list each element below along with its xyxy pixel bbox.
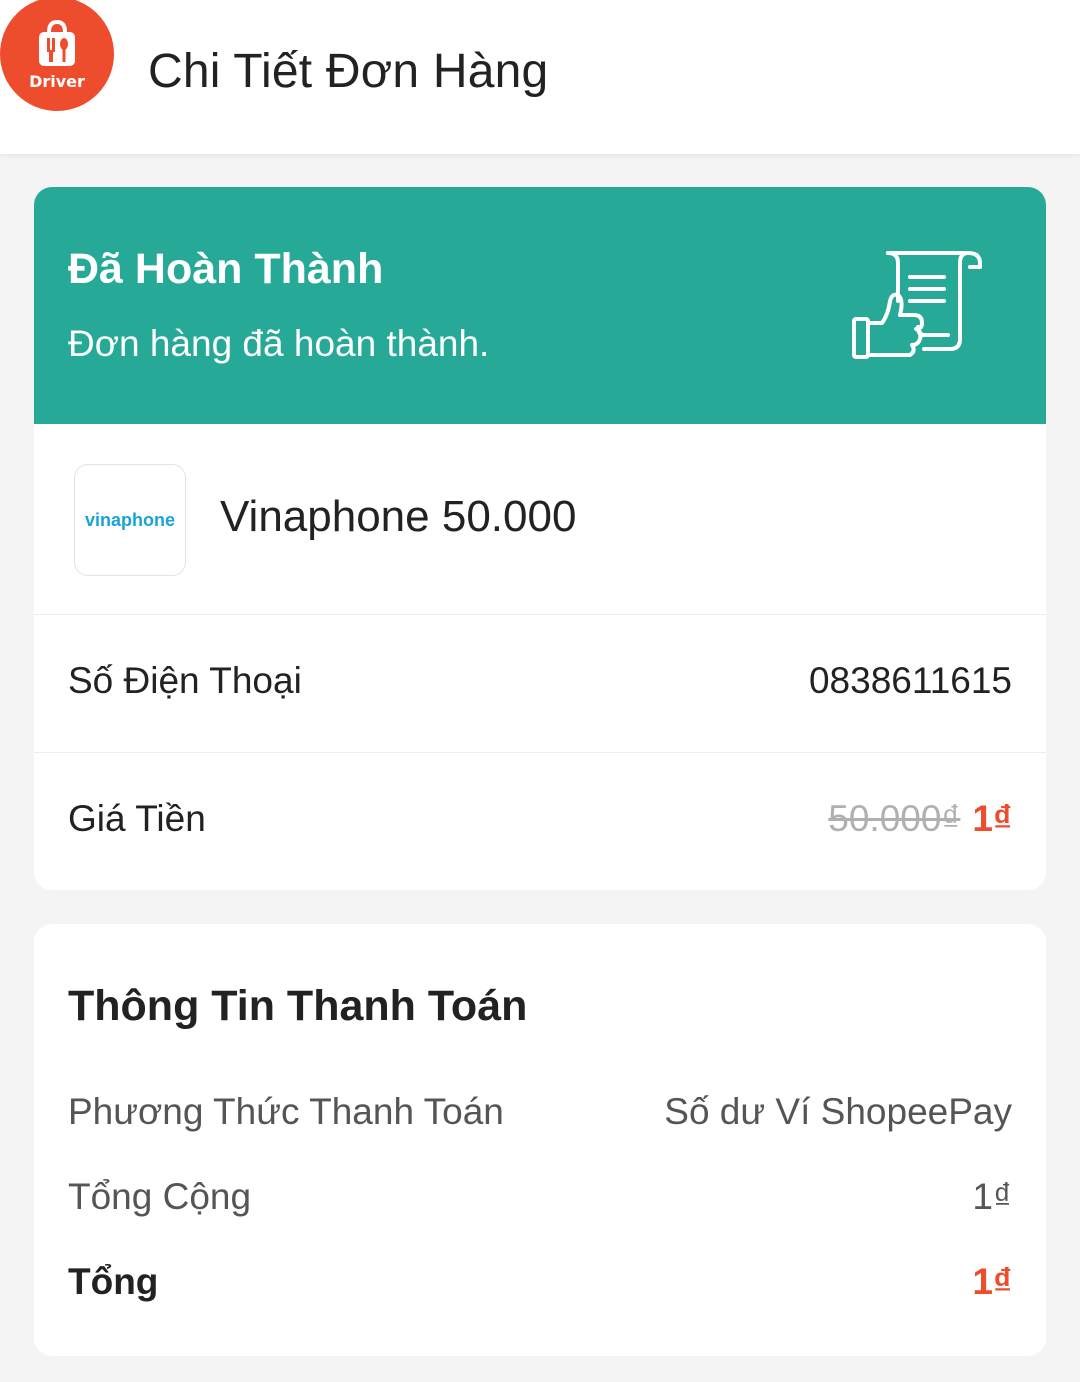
product-row[interactable]: vinaphone Vinaphone 50.000 — [34, 424, 1046, 615]
payment-section-title: Thông Tin Thanh Toán — [68, 982, 528, 1030]
original-price: 50.000₫ — [828, 798, 961, 839]
receipt-thumbs-up-icon — [852, 251, 982, 359]
payment-method-row: Phương Thức Thanh Toán Số dư Ví ShopeePa… — [34, 1087, 1046, 1147]
price-row: Giá Tiền 50.000₫ 1₫ — [34, 753, 1046, 890]
phone-number-value: 0838611615 — [808, 660, 1012, 701]
status-subtitle: Đơn hàng đã hoàn thành. — [68, 323, 490, 364]
status-banner: Đã Hoàn Thành Đơn hàng đã hoàn thành. — [34, 187, 1046, 424]
payment-method-label: Phương Thức Thanh Toán — [68, 1091, 504, 1132]
total-row: Tổng 1₫ — [34, 1257, 1046, 1317]
final-price: 1₫ — [972, 798, 1012, 839]
total-value: 1₫ — [972, 1261, 1012, 1302]
page-title: Chi Tiết Đơn Hàng — [148, 45, 549, 98]
shopee-food-driver-app-icon[interactable]: Driver — [0, 0, 114, 111]
status-title: Đã Hoàn Thành — [68, 245, 384, 293]
payment-info-card: Thông Tin Thanh Toán Phương Thức Thanh T… — [34, 924, 1046, 1356]
subtotal-label: Tổng Cộng — [68, 1176, 252, 1217]
product-name: Vinaphone 50.000 — [220, 492, 577, 541]
subtotal-value: 1₫ — [972, 1176, 1012, 1217]
phone-number-label: Số Điện Thoại — [68, 660, 302, 701]
price-label: Giá Tiền — [68, 798, 206, 839]
app-header: Driver Chi Tiết Đơn Hàng — [0, 0, 1080, 155]
phone-number-row: Số Điện Thoại 0838611615 — [34, 615, 1046, 753]
vinaphone-logo: vinaphone — [74, 464, 186, 576]
subtotal-row: Tổng Cộng 1₫ — [34, 1172, 1046, 1232]
price-value: 50.000₫ 1₫ — [828, 798, 1012, 840]
order-card: Đã Hoàn Thành Đơn hàng đã hoàn thành. vi… — [34, 187, 1046, 890]
food-bag-icon — [39, 19, 75, 66]
payment-method-value: Số dư Ví ShopeePay — [664, 1091, 1012, 1132]
app-icon-label: Driver — [29, 71, 85, 91]
total-label: Tổng — [68, 1261, 159, 1302]
